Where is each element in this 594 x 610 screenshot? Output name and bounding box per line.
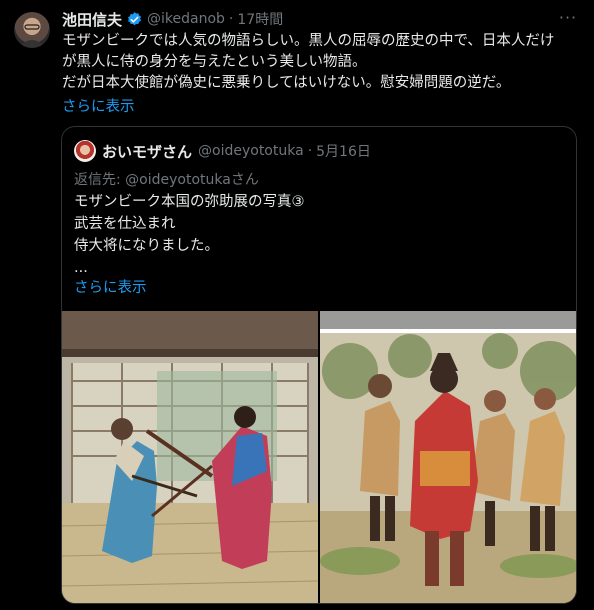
author-handle[interactable]: @ikedanob: [147, 11, 225, 27]
painting-sword-training-image[interactable]: [62, 311, 318, 603]
author-avatar[interactable]: [14, 12, 50, 48]
quoted-tweet[interactable]: おいモザさん @oideyototuka · 5月16日 返信先: @oidey…: [61, 126, 577, 604]
verified-badge-icon: [128, 11, 141, 25]
reply-suffix: さん: [230, 172, 259, 188]
avatar-portrait: [18, 19, 46, 48]
author-name[interactable]: 池田信夫: [62, 9, 122, 30]
more-options-icon[interactable]: ···: [556, 8, 580, 28]
quote-author-avatar[interactable]: [74, 140, 96, 162]
tweet-line: が黒人に侍の身分を与えたという美しい物語。: [62, 54, 367, 70]
tweet-line: モザンビークでは人気の物語らしい。黒人の屈辱の歴史の中で、日本人だけ: [62, 33, 555, 49]
quote-line: 武芸を仕込まれ: [74, 216, 176, 232]
tweet-header: 池田信夫 @ikedanob · 17時間: [62, 9, 283, 29]
separator-dot: ·: [307, 143, 313, 159]
quote-text: モザンビーク本国の弥助展の写真③ 武芸を仕込まれ 侍大将になりました。 ...: [74, 191, 305, 279]
tweet-line: だが日本大使館が偽史に悪乗りしてはいけない。慰安婦問題の逆だ。: [62, 75, 511, 91]
quote-media: [62, 311, 576, 603]
reply-to-handle[interactable]: @oideyototuka: [125, 172, 231, 188]
tweet-time[interactable]: 17時間: [237, 9, 283, 29]
quote-header: おいモザさん @oideyototuka · 5月16日: [102, 140, 371, 162]
quote-line: 侍大将になりました。: [74, 238, 219, 254]
quote-author-handle[interactable]: @oideyototuka: [198, 143, 304, 159]
painting-samurai-general-image[interactable]: [320, 311, 576, 603]
quote-line: モザンビーク本国の弥助展の写真③: [74, 194, 305, 210]
reply-to-line: 返信先: @oideyototukaさん: [74, 169, 259, 189]
quote-date[interactable]: 5月16日: [316, 141, 371, 161]
separator-dot: ·: [228, 11, 234, 27]
reply-prefix: 返信先:: [74, 172, 126, 188]
show-more-link[interactable]: さらに表示: [62, 95, 135, 116]
quote-show-more-link[interactable]: さらに表示: [74, 276, 147, 297]
quote-author-name[interactable]: おいモザさん: [102, 141, 192, 162]
tweet-text: モザンビークでは人気の物語らしい。黒人の屈辱の歴史の中で、日本人だけ が黒人に侍…: [62, 31, 582, 94]
